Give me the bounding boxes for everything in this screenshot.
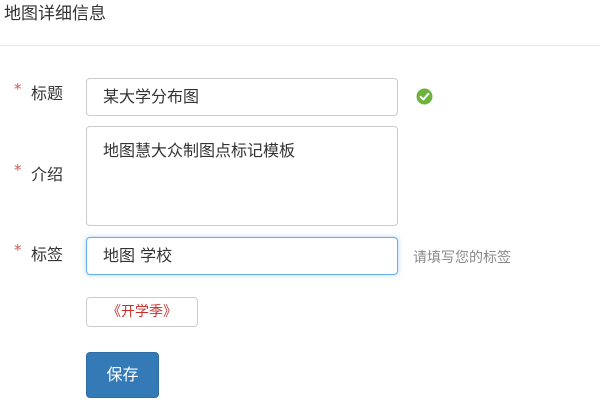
title-label: 标题 bbox=[31, 84, 64, 103]
tags-label: 标签 bbox=[31, 245, 64, 264]
required-mark-intro: * bbox=[14, 161, 22, 179]
intro-label: 介绍 bbox=[31, 165, 64, 184]
required-mark-title: * bbox=[14, 80, 22, 98]
suggested-tag-chip[interactable]: 《开学季》 bbox=[86, 297, 198, 327]
check-circle-icon bbox=[416, 88, 433, 105]
save-button[interactable]: 保存 bbox=[86, 352, 159, 398]
page-title: 地图详细信息 bbox=[4, 4, 106, 24]
title-input[interactable]: 某大学分布图 bbox=[86, 78, 398, 116]
intro-textarea[interactable]: 地图慧大众制图点标记模板 bbox=[86, 126, 398, 226]
tags-input[interactable]: 地图 学校 bbox=[86, 237, 398, 275]
tags-help-text: 请填写您的标签 bbox=[413, 250, 511, 266]
map-details-page: 地图详细信息 * 标题 某大学分布图 * 介绍 地图慧大众制图点标记模板 * 标… bbox=[0, 0, 600, 400]
title-divider bbox=[0, 45, 600, 46]
required-mark-tags: * bbox=[14, 241, 22, 259]
